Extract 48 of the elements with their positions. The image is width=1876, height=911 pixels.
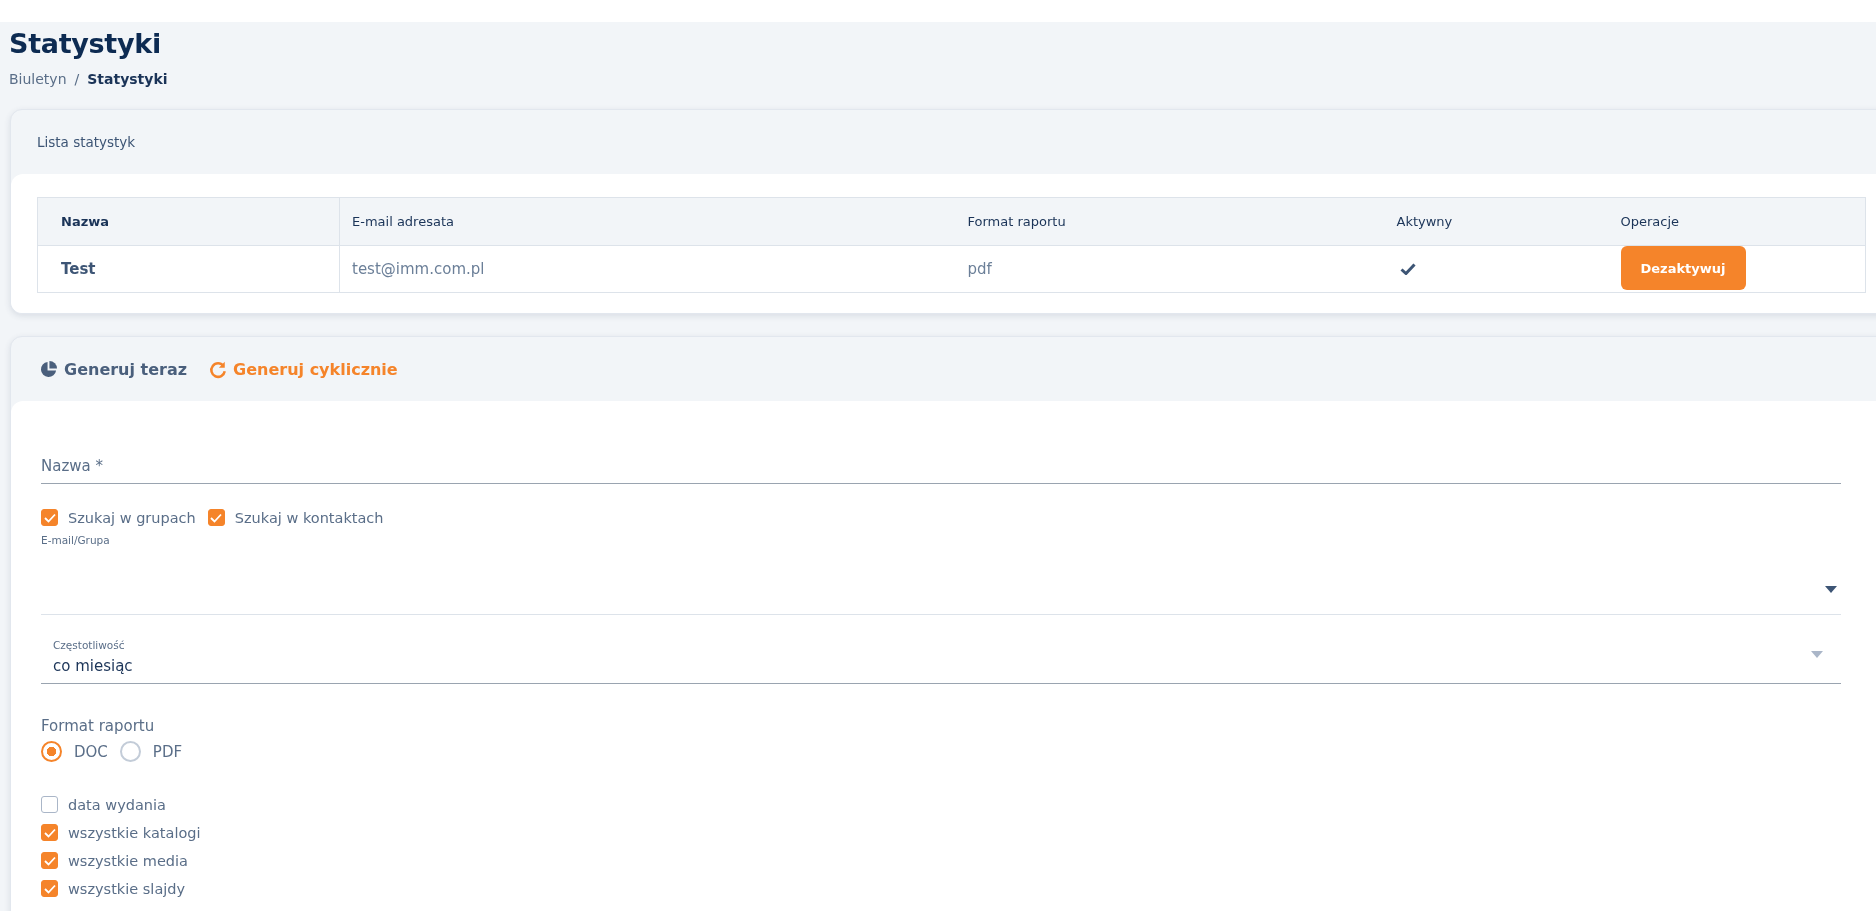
checkbox[interactable]: Szukaj w grupach <box>41 509 196 526</box>
checkbox-box[interactable] <box>41 880 58 897</box>
checkbox[interactable]: data wydania <box>41 796 1841 813</box>
table-cell: Test <box>37 245 340 293</box>
checkbox-box[interactable] <box>41 509 58 526</box>
checkbox[interactable]: Szukaj w kontaktach <box>207 509 384 526</box>
checkbox-box[interactable] <box>41 796 58 813</box>
column-header: Format raportu <box>955 197 1385 246</box>
checkbox-box[interactable] <box>207 509 225 526</box>
radio-button[interactable] <box>41 741 62 762</box>
field-label: E-mail/Grupa <box>41 534 110 548</box>
checkbox-label: wszystkie media <box>68 852 188 869</box>
column-header: Nazwa <box>37 197 340 246</box>
checkbox-label: wszystkie slajdy <box>68 880 186 897</box>
column-header: Aktywny <box>1384 197 1621 246</box>
checkbox[interactable]: wszystkie media <box>41 852 1841 869</box>
breadcrumb-separator: / <box>74 71 80 87</box>
checkbox-label: wszystkie katalogi <box>68 824 201 841</box>
checkbox-box[interactable] <box>41 824 58 841</box>
refresh-icon <box>209 359 228 379</box>
radio-group-label: Format raportu <box>41 717 155 735</box>
radio-label: DOC <box>74 742 108 761</box>
dropdown-arrow-icon <box>1811 650 1823 658</box>
radio-option[interactable]: DOC <box>41 741 108 762</box>
checkbox-box[interactable] <box>41 852 58 869</box>
column-header: E-mail adresata <box>339 197 956 246</box>
checkbox[interactable]: wszystkie katalogi <box>41 824 1841 841</box>
checkbox-label: data wydania <box>68 796 166 813</box>
card-title: Lista statystyk <box>37 134 136 150</box>
dropdown-arrow-icon <box>1825 585 1837 593</box>
table-cell: pdf <box>955 245 1385 293</box>
radio-button[interactable] <box>119 741 141 762</box>
field-label: Częstotliwość <box>53 639 126 651</box>
checkbox[interactable]: wszystkie slajdy <box>41 880 1841 897</box>
name-input-field[interactable]: Nazwa * <box>41 451 1841 484</box>
page-title: Statystyki <box>9 28 162 59</box>
column-header: Operacje <box>1620 197 1866 246</box>
recipient-select[interactable]: E-mail/Grupa <box>41 534 1841 615</box>
select-value: co miesiąc <box>53 657 133 675</box>
radio-option[interactable]: PDF <box>119 741 183 762</box>
pie-chart-icon <box>39 359 58 379</box>
radio-label: PDF <box>152 742 183 761</box>
checkbox-label: Szukaj w kontaktach <box>234 509 384 526</box>
breadcrumb-item: Statystyki <box>87 71 168 87</box>
table-cell: test@imm.com.pl <box>339 245 956 293</box>
breadcrumb-item[interactable]: Biuletyn <box>9 71 67 87</box>
checkbox-label: Szukaj w grupach <box>68 509 196 526</box>
tab[interactable]: Generuj teraz <box>39 359 188 379</box>
